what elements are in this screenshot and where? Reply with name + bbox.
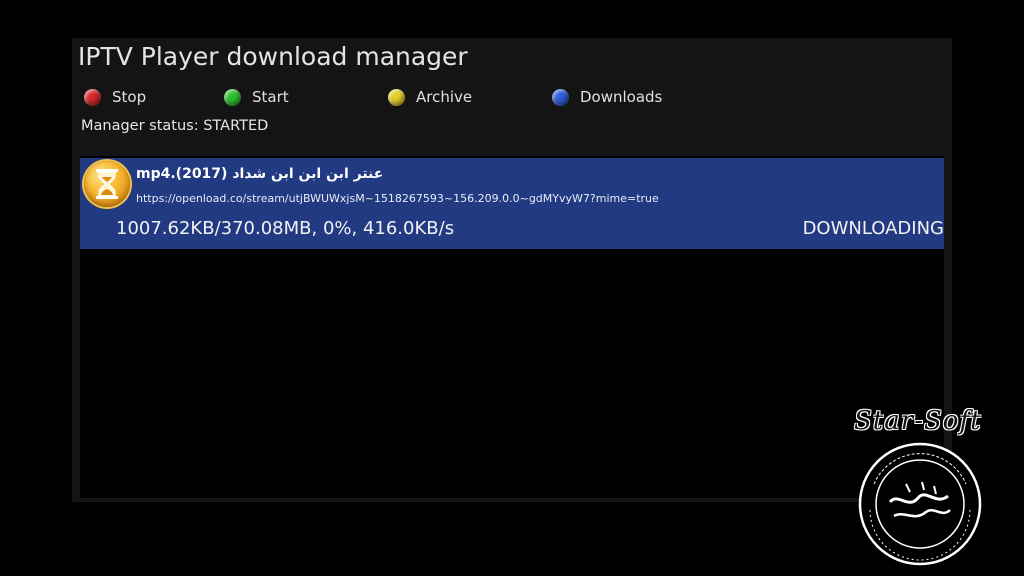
start-key[interactable]: Start (224, 86, 289, 108)
archive-key[interactable]: Archive (388, 86, 472, 108)
download-list-item[interactable]: عنتر ابن ابن ابن شداد (2017).mp4 https:/… (80, 158, 944, 249)
yellow-circle-icon (388, 88, 405, 106)
download-list: عنتر ابن ابن ابن شداد (2017).mp4 https:/… (80, 156, 944, 498)
downloads-key[interactable]: Downloads (552, 86, 662, 108)
hourglass-icon (84, 161, 130, 207)
download-progress: 1007.62KB/370.08MB, 0%, 416.0KB/s (116, 218, 455, 239)
watermark-seal-icon (858, 442, 982, 566)
watermark-logo-text: Star-Soft (854, 406, 982, 436)
stop-key[interactable]: Stop (84, 86, 146, 108)
download-state: DOWNLOADING (802, 218, 944, 239)
blue-circle-icon (552, 88, 569, 106)
start-label: Start (252, 88, 289, 106)
stop-label: Stop (112, 88, 147, 106)
screen: IPTV Player download manager Stop Start … (0, 0, 1024, 576)
manager-status: Manager status: STARTED (81, 118, 269, 134)
download-title: عنتر ابن ابن ابن شداد (2017).mp4 (136, 166, 384, 182)
red-circle-icon (84, 88, 101, 106)
archive-label: Archive (416, 88, 473, 106)
download-manager-panel: IPTV Player download manager Stop Start … (72, 38, 952, 502)
page-title: IPTV Player download manager (78, 42, 468, 71)
download-url: https://openload.co/stream/utjBWUWxjsM~1… (136, 192, 659, 205)
green-circle-icon (224, 88, 241, 106)
downloads-label: Downloads (580, 88, 663, 106)
